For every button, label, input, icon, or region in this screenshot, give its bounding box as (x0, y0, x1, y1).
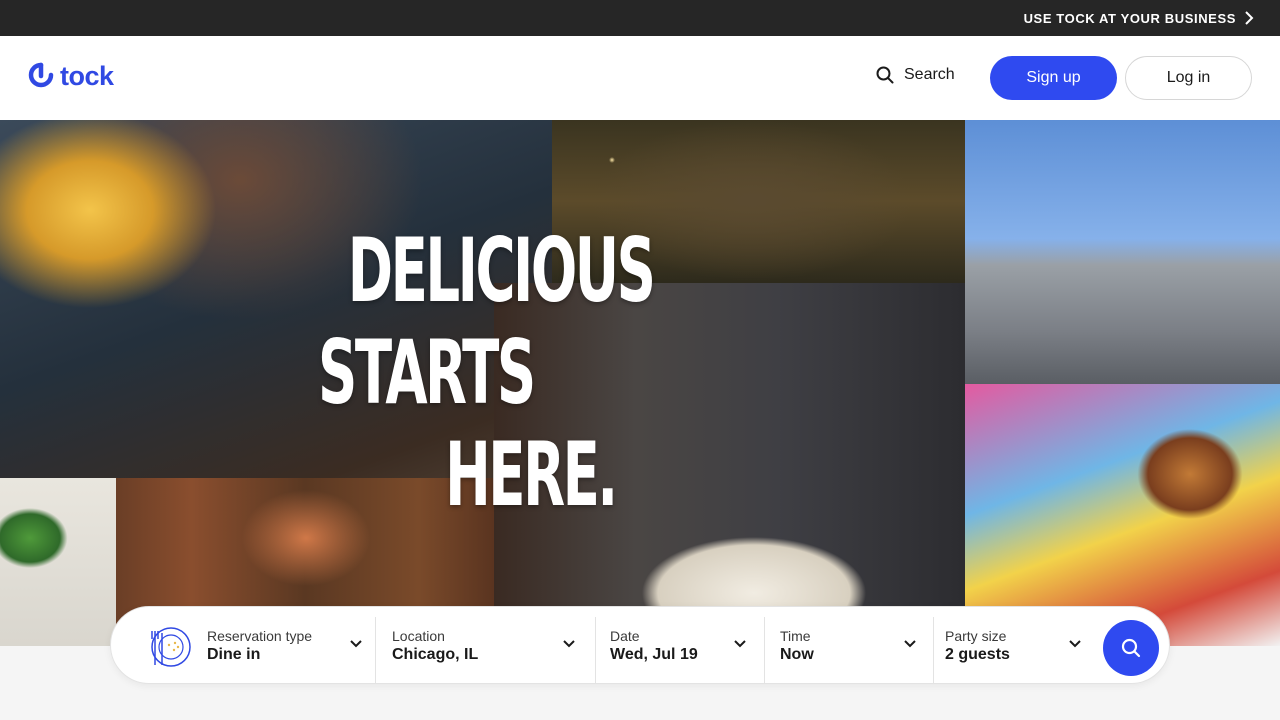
chevron-down-icon (563, 640, 575, 648)
date-label: Date (610, 628, 640, 644)
hero-photo-cocktail (0, 478, 116, 646)
headline-line-2: STARTS (318, 321, 536, 424)
date-field[interactable]: Date Wed, Jul 19 (596, 607, 764, 685)
reservation-type-label: Reservation type (207, 628, 313, 644)
time-field[interactable]: Time Now (765, 607, 933, 685)
tock-logo-icon (28, 62, 54, 88)
search-submit-button[interactable] (1103, 620, 1159, 676)
location-value: Chicago, IL (392, 646, 479, 663)
hero-headline: DELICIOUS STARTS HERE. (318, 219, 656, 526)
location-label: Location (392, 628, 445, 644)
chevron-right-icon (1245, 11, 1254, 25)
hero-photo-stone-house (965, 120, 1280, 384)
party-size-label: Party size (945, 628, 1007, 644)
top-announcement-bar: USE TOCK AT YOUR BUSINESS (0, 0, 1280, 36)
party-size-field[interactable]: Party size 2 guests (934, 607, 1089, 685)
sign-up-button[interactable]: Sign up (990, 56, 1117, 100)
headline-line-3: HERE. (445, 423, 618, 526)
chevron-down-icon (734, 640, 746, 648)
chevron-down-icon (350, 640, 362, 648)
search-icon (876, 66, 894, 84)
chevron-down-icon (904, 640, 916, 648)
use-tock-business-link[interactable]: USE TOCK AT YOUR BUSINESS (1024, 0, 1254, 36)
tock-logo[interactable]: tock (28, 62, 114, 90)
reservation-type-value: Dine in (207, 646, 261, 663)
party-size-value: 2 guests (945, 646, 1010, 663)
time-label: Time (780, 628, 811, 644)
search-link-label: Search (904, 66, 955, 83)
hero-collage: DELICIOUS STARTS HERE. (0, 120, 1280, 646)
reservation-type-field[interactable]: Reservation type Dine in (111, 607, 375, 685)
headline-line-1: DELICIOUS (347, 219, 656, 322)
logo-wordmark: tock (60, 60, 114, 91)
magnifier-icon (1121, 638, 1141, 658)
chevron-down-icon (1069, 640, 1081, 648)
site-header: tock Search Sign up Log in (0, 36, 1280, 120)
header-search-link[interactable]: Search (876, 66, 955, 84)
location-field[interactable]: Location Chicago, IL (376, 607, 595, 685)
time-value: Now (780, 646, 814, 663)
date-value: Wed, Jul 19 (610, 646, 698, 663)
plate-cutlery-icon (151, 627, 191, 667)
reservation-search-bar: Reservation type Dine in Location Chicag… (110, 606, 1170, 684)
log-in-button[interactable]: Log in (1125, 56, 1252, 100)
business-link-label: USE TOCK AT YOUR BUSINESS (1023, 10, 1236, 26)
